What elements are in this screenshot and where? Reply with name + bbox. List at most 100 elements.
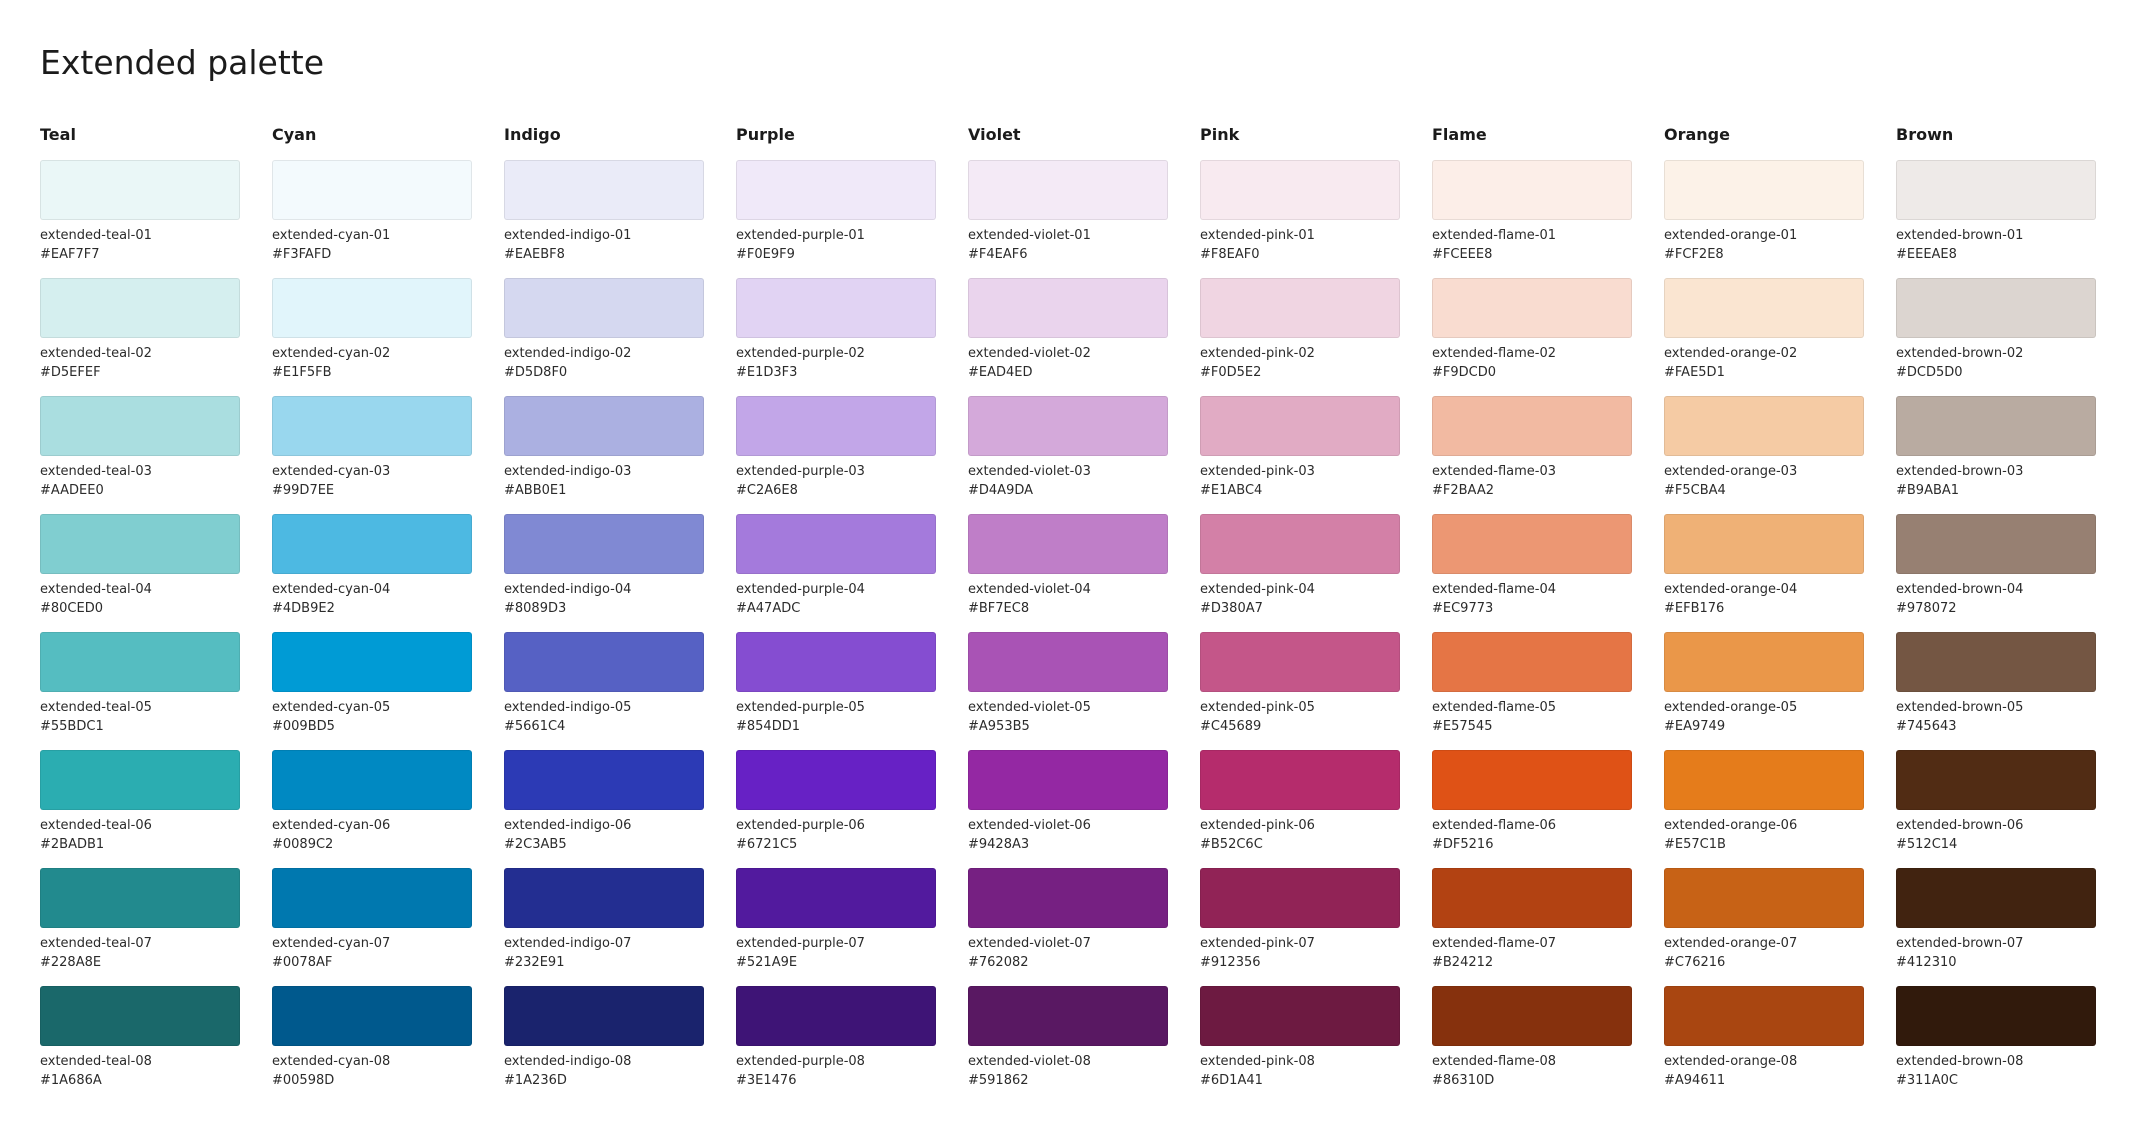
swatch-token-name: extended-teal-04 [40,582,152,597]
swatch-item: extended-teal-04 #80CED0 [40,514,240,632]
swatch-hex-value: #412310 [1896,955,1957,970]
color-swatch [1896,396,2096,456]
swatch-token-name: extended-orange-03 [1664,464,1798,479]
swatch-token-name: extended-brown-05 [1896,700,2024,715]
color-swatch [1432,160,1632,220]
color-swatch [504,868,704,928]
swatch-item: extended-indigo-08 #1A236D [504,986,704,1104]
swatch-item: extended-flame-02 #F9DCD0 [1432,278,1632,396]
swatch-token-name: extended-indigo-03 [504,464,632,479]
color-swatch [40,278,240,338]
color-swatch [1896,868,2096,928]
swatch-hex-value: #0089C2 [272,837,334,852]
family-heading: Purple [736,125,795,144]
swatch-token-name: extended-cyan-06 [272,818,391,833]
swatch-hex-value: #E57C1B [1664,837,1726,852]
color-swatch [1664,278,1864,338]
swatch-item: extended-purple-06 #6721C5 [736,750,936,868]
swatch-token-name: extended-violet-07 [968,936,1091,951]
palette-column-indigo: Indigo extended-indigo-01 #EAEBF8 extended-… [504,124,704,1104]
swatch-hex-value: #D5EFEF [40,365,101,380]
swatch-hex-value: #854DD1 [736,719,800,734]
color-swatch [1200,278,1400,338]
swatch-hex-value: #EAEBF8 [504,247,565,262]
swatch-hex-value: #EC9773 [1432,601,1494,616]
swatch-token-name: extended-pink-04 [1200,582,1315,597]
swatch-hex-value: #E57545 [1432,719,1493,734]
color-swatch [272,986,472,1046]
swatch-token-name: extended-purple-01 [736,228,865,243]
color-swatch [40,160,240,220]
swatch-hex-value: #EA9749 [1664,719,1726,734]
swatch-hex-value: #5661C4 [504,719,566,734]
swatch-token-name: extended-violet-05 [968,700,1091,715]
color-swatch [1664,396,1864,456]
swatch-hex-value: #EAD4ED [968,365,1033,380]
swatch-token-name: extended-teal-01 [40,228,152,243]
swatch-hex-value: #F5CBA4 [1664,483,1726,498]
swatch-item: extended-violet-05 #A953B5 [968,632,1168,750]
swatch-hex-value: #512C14 [1896,837,1958,852]
swatch-hex-value: #311A0C [1896,1073,1958,1088]
swatch-item: extended-pink-05 #C45689 [1200,632,1400,750]
swatch-token-name: extended-flame-04 [1432,582,1557,597]
swatch-item: extended-brown-01 #EEEAE8 [1896,160,2096,278]
color-swatch [968,632,1168,692]
swatch-hex-value: #978072 [1896,601,1957,616]
swatch-item: extended-indigo-05 #5661C4 [504,632,704,750]
swatch-hex-value: #009BD5 [272,719,335,734]
color-swatch [736,868,936,928]
color-swatch [1432,632,1632,692]
swatch-token-name: extended-pink-07 [1200,936,1315,951]
swatch-item: extended-indigo-04 #8089D3 [504,514,704,632]
family-heading: Indigo [504,125,561,144]
swatch-hex-value: #F9DCD0 [1432,365,1497,380]
swatch-token-name: extended-brown-02 [1896,346,2024,361]
color-swatch [272,278,472,338]
swatch-item: extended-violet-02 #EAD4ED [968,278,1168,396]
swatch-token-name: extended-pink-06 [1200,818,1315,833]
swatch-token-name: extended-brown-01 [1896,228,2024,243]
swatch-token-name: extended-brown-08 [1896,1054,2024,1069]
color-swatch [968,514,1168,574]
swatch-item: extended-pink-04 #D380A7 [1200,514,1400,632]
swatch-hex-value: #1A236D [504,1073,567,1088]
color-swatch [1200,160,1400,220]
swatch-token-name: extended-violet-01 [968,228,1091,243]
swatch-item: extended-orange-01 #FCF2E8 [1664,160,1864,278]
swatch-item: extended-pink-08 #6D1A41 [1200,986,1400,1104]
swatch-token-name: extended-teal-03 [40,464,152,479]
swatch-hex-value: #1A686A [40,1073,102,1088]
swatch-token-name: extended-indigo-06 [504,818,632,833]
swatch-token-name: extended-indigo-02 [504,346,632,361]
family-heading: Orange [1664,125,1730,144]
swatch-hex-value: #228A8E [40,955,102,970]
color-swatch [504,396,704,456]
color-swatch [1664,160,1864,220]
swatch-item: extended-orange-06 #E57C1B [1664,750,1864,868]
swatch-item: extended-flame-07 #B24212 [1432,868,1632,986]
color-swatch [736,514,936,574]
swatch-hex-value: #A94611 [1664,1073,1726,1088]
swatch-item: extended-teal-06 #2BADB1 [40,750,240,868]
color-swatch [504,160,704,220]
swatch-hex-value: #D5D8F0 [504,365,568,380]
color-swatch [40,986,240,1046]
palette-column-violet: Violet extended-violet-01 #F4EAF6 extended-… [968,124,1168,1104]
color-swatch [1664,514,1864,574]
color-swatch [40,632,240,692]
palette-column-orange: Orange extended-orange-01 #FCF2E8 extended-… [1664,124,1864,1104]
color-swatch [1432,868,1632,928]
swatch-hex-value: #8089D3 [504,601,567,616]
swatch-item: extended-cyan-06 #0089C2 [272,750,472,868]
swatch-item: extended-teal-02 #D5EFEF [40,278,240,396]
palette-grid: Teal extended-teal-01 #EAF7F7 extended-teal… [40,124,2096,1104]
swatch-hex-value: #E1F5FB [272,365,332,380]
swatch-token-name: extended-pink-02 [1200,346,1315,361]
swatch-hex-value: #912356 [1200,955,1261,970]
swatch-item: extended-flame-03 #F2BAA2 [1432,396,1632,514]
swatch-token-name: extended-pink-05 [1200,700,1315,715]
swatch-hex-value: #745643 [1896,719,1957,734]
color-swatch [272,396,472,456]
swatch-item: extended-violet-01 #F4EAF6 [968,160,1168,278]
